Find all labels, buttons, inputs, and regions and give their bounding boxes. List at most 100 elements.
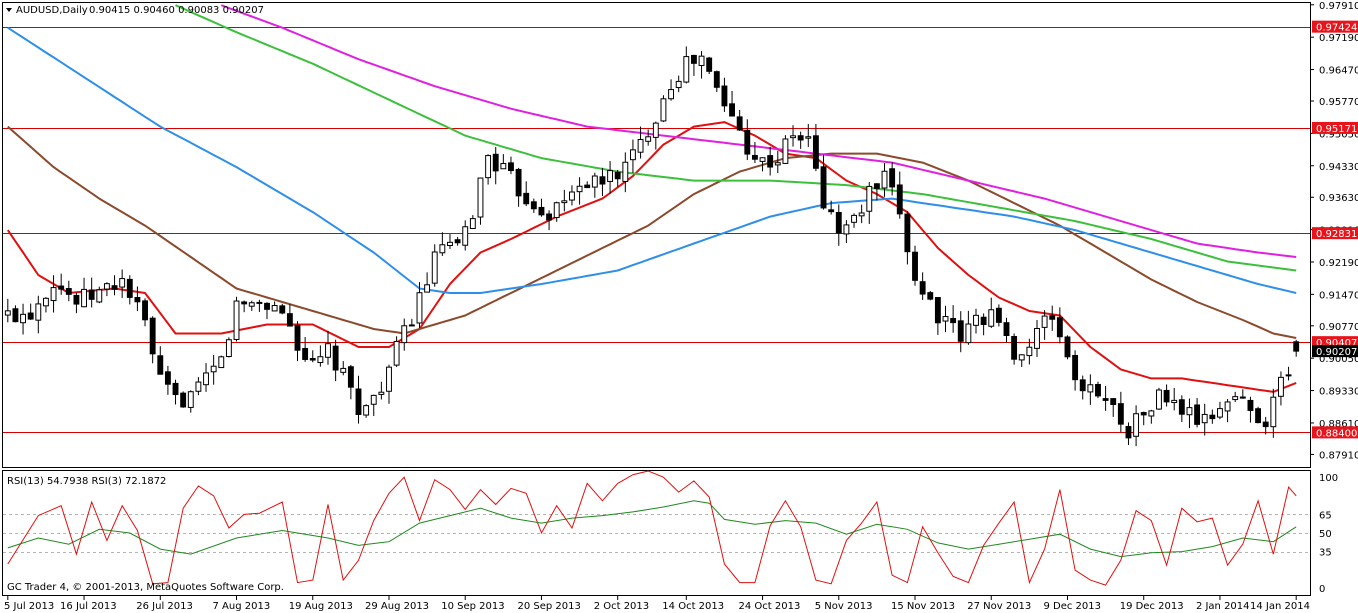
candle-bear	[690, 54, 697, 64]
date-tick-label: 9 Dec 2013	[1043, 601, 1101, 612]
candle-bull	[1087, 384, 1094, 393]
date-tick-label: 26 Jul 2013	[136, 601, 193, 612]
candle-bull	[1224, 401, 1231, 412]
date-tick-label: 29 Aug 2013	[365, 601, 429, 612]
candle-bull	[1018, 354, 1025, 361]
candle-bear	[797, 135, 804, 141]
candle-bear	[614, 171, 621, 180]
candle-bull	[317, 356, 324, 364]
candle-bull	[569, 191, 575, 201]
candle-bull	[81, 288, 87, 308]
candle-bull	[652, 122, 659, 138]
candle-bear	[241, 301, 248, 305]
candle-bear	[1239, 396, 1246, 399]
candle-bull	[553, 202, 560, 219]
price-tick-label: 0.89330	[1319, 387, 1358, 398]
candle-bull	[393, 340, 400, 366]
candle-bear	[302, 347, 309, 360]
candle-bear	[347, 366, 354, 388]
candle-bull	[1133, 413, 1140, 437]
candle-bull	[1217, 408, 1223, 418]
candle-bear	[980, 316, 987, 326]
date-tick-label: 14 Oct 2013	[662, 601, 724, 612]
candle-bull	[447, 241, 453, 247]
candle-bull	[774, 162, 781, 166]
candle-bear	[896, 184, 903, 215]
candle-bear	[142, 300, 148, 321]
candle-bull	[233, 300, 240, 340]
candle-bull	[660, 98, 667, 122]
candle-bear	[706, 57, 713, 72]
candle-bear	[1209, 414, 1216, 420]
candle-bear	[264, 302, 270, 310]
candle-bull	[851, 214, 857, 223]
candle-bull	[1041, 315, 1048, 328]
copyright-text: GC Trader 4, © 2001-2013, MetaQuotes Sof…	[7, 582, 284, 593]
candle-bear	[73, 294, 80, 305]
candle-bull	[187, 391, 194, 408]
candle-bull	[675, 80, 682, 89]
candle-bear	[889, 168, 896, 188]
candle-bull	[645, 136, 652, 142]
candle-bull	[408, 324, 415, 327]
candle-bull	[416, 292, 423, 324]
candle-bear	[58, 285, 65, 290]
candle-bear	[919, 281, 926, 295]
candle-bull	[622, 161, 629, 182]
candle-bear	[584, 184, 591, 189]
candle-bear	[172, 382, 179, 396]
candle-bear	[1163, 389, 1170, 403]
candle-bull	[424, 284, 431, 293]
candle-bear	[736, 116, 743, 131]
candle-bear	[713, 71, 720, 88]
candle-bull	[340, 367, 347, 373]
candle-bull	[1156, 389, 1162, 410]
trading-chart[interactable]: 0.979100.971900.964700.957700.950500.943…	[0, 0, 1358, 613]
candle-bear	[1125, 426, 1132, 439]
candle-bull	[1034, 327, 1040, 349]
symbol-timeframe-label: AUDUSD,Daily	[16, 5, 88, 16]
candle-bull	[561, 200, 568, 204]
candle-bear	[515, 168, 522, 197]
candle-bear	[812, 135, 819, 169]
candle-bear	[256, 301, 263, 304]
candle-bull	[42, 297, 49, 307]
rsi-tick-label: 65	[1319, 510, 1332, 521]
price-tick-label: 0.94330	[1319, 162, 1358, 173]
candle-bear	[904, 213, 911, 253]
candle-bear	[1178, 399, 1185, 415]
date-tick-label: 2 Jan 2014	[1196, 601, 1250, 612]
price-tick-label: 0.95770	[1319, 97, 1358, 108]
candle-bull	[439, 244, 446, 254]
candle-bear	[1140, 412, 1147, 416]
candle-bear	[27, 312, 34, 320]
candle-bear	[1102, 398, 1109, 401]
level-price-tag-text: 0.95171	[1316, 124, 1357, 135]
price-tick-label: 0.87910	[1319, 450, 1358, 461]
candle-bear	[126, 278, 133, 298]
candle-bull	[637, 139, 644, 153]
rsi-tick-label: 35	[1319, 548, 1332, 559]
candle-bear	[995, 307, 1002, 323]
candle-bull	[1026, 346, 1033, 357]
rsi-tick-label: 100	[1319, 473, 1338, 484]
date-tick-label: 15 Nov 2013	[891, 601, 955, 612]
candle-bear	[332, 345, 339, 371]
candle-bull	[843, 224, 850, 235]
date-tick-label: 19 Aug 2013	[289, 601, 353, 612]
candle-bull	[866, 185, 873, 212]
candle-bull	[973, 314, 979, 326]
candle-bear	[286, 313, 293, 327]
candle-bull	[210, 365, 217, 373]
candle-bull	[1148, 410, 1155, 417]
candle-bull	[607, 170, 614, 182]
candle-bear	[149, 317, 156, 355]
candle-bear	[294, 324, 301, 351]
candle-bear	[180, 392, 187, 408]
candle-bear	[820, 166, 827, 209]
candle-bull	[858, 212, 865, 217]
rsi-header: RSI(13) 54.7938 RSI(3) 72.1872	[7, 476, 166, 487]
candle-bull	[401, 325, 408, 344]
level-price-tag-text: 0.92831	[1316, 229, 1357, 240]
candle-bull	[363, 405, 370, 416]
